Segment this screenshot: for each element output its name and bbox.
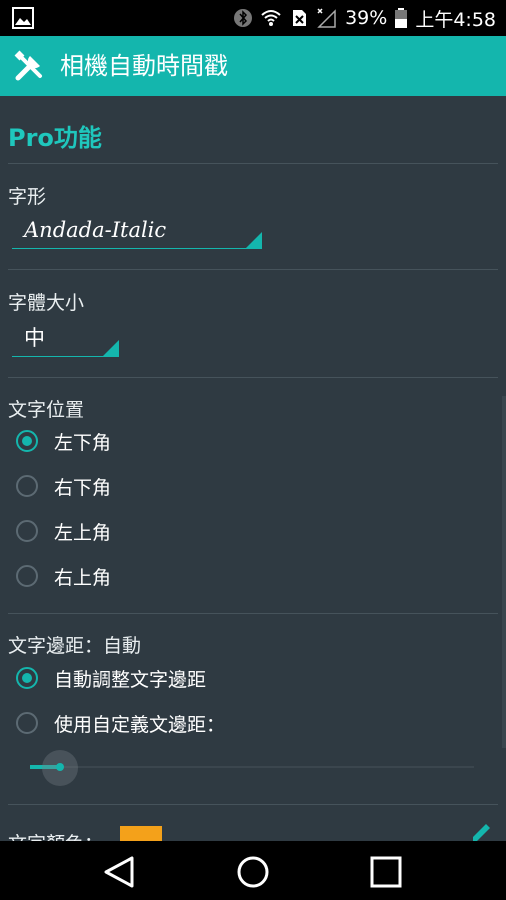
radio-button[interactable] — [16, 667, 38, 689]
radio-button[interactable] — [16, 520, 38, 542]
text-color-label: 文字顏色： — [8, 829, 103, 841]
text-margin-label: 文字邊距：自動 — [8, 635, 142, 657]
radio-option-auto-margin[interactable]: 自動調整文字邊距 — [16, 660, 206, 696]
divider — [8, 377, 498, 378]
radio-label: 右上角 — [54, 566, 112, 589]
wifi-icon — [261, 10, 281, 26]
font-size-value: 中 — [24, 326, 45, 350]
font-size-label: 字體大小 — [8, 292, 85, 314]
signal-icon — [317, 8, 336, 28]
radio-option-bottom-right[interactable]: 右下角 — [16, 468, 111, 504]
spinner-corner-icon — [246, 232, 262, 248]
radio-label: 左下角 — [54, 431, 112, 454]
font-spinner[interactable]: Andada-Italic — [12, 212, 262, 249]
margin-slider-track[interactable] — [30, 766, 474, 768]
wrench-screwdriver-icon — [14, 50, 42, 81]
back-icon[interactable] — [102, 855, 136, 889]
clock: 上午4:58 — [415, 8, 496, 31]
radio-option-top-right[interactable]: 右上角 — [16, 558, 111, 594]
text-position-label: 文字位置 — [8, 399, 85, 421]
divider — [8, 613, 498, 614]
font-value: Andada-Italic — [24, 218, 167, 242]
app-bar: 相機自動時間戳 — [0, 36, 506, 96]
radio-button[interactable] — [16, 475, 38, 497]
font-label: 字形 — [8, 186, 47, 208]
battery-percent: 39% — [345, 7, 388, 29]
radio-button[interactable] — [16, 565, 38, 587]
status-bar: 39% 上午4:58 — [0, 0, 506, 36]
settings-content: Pro功能 字形 Andada-Italic 字體大小 中 文字位置 左下角 右… — [0, 96, 506, 841]
battery-icon — [395, 8, 408, 28]
spinner-corner-icon — [103, 340, 119, 356]
divider — [8, 163, 498, 164]
radio-option-top-left[interactable]: 左上角 — [16, 513, 111, 549]
divider — [8, 269, 498, 270]
radio-label: 使用自定義文邊距： — [54, 713, 226, 736]
radio-option-bottom-left[interactable]: 左下角 — [16, 423, 111, 459]
navigation-bar — [0, 841, 506, 900]
bluetooth-icon — [234, 9, 253, 27]
radio-button[interactable] — [16, 430, 38, 452]
divider — [8, 804, 498, 805]
edit-pencil-icon[interactable] — [470, 820, 494, 841]
radio-label: 自動調整文字邊距 — [54, 668, 207, 691]
radio-label: 右下角 — [54, 476, 112, 499]
scrollbar[interactable] — [502, 396, 506, 748]
section-title: Pro功能 — [8, 124, 102, 152]
no-sim-icon — [293, 10, 307, 26]
font-size-spinner[interactable]: 中 — [12, 320, 119, 357]
margin-slider-thumb[interactable] — [56, 763, 64, 771]
recents-icon[interactable] — [369, 855, 403, 889]
app-title: 相機自動時間戳 — [60, 52, 228, 80]
radio-button[interactable] — [16, 712, 38, 734]
text-color-swatch[interactable] — [120, 826, 162, 841]
image-icon — [12, 7, 34, 29]
home-icon[interactable] — [236, 855, 270, 889]
radio-option-custom-margin[interactable]: 使用自定義文邊距： — [16, 705, 225, 741]
radio-label: 左上角 — [54, 521, 112, 544]
